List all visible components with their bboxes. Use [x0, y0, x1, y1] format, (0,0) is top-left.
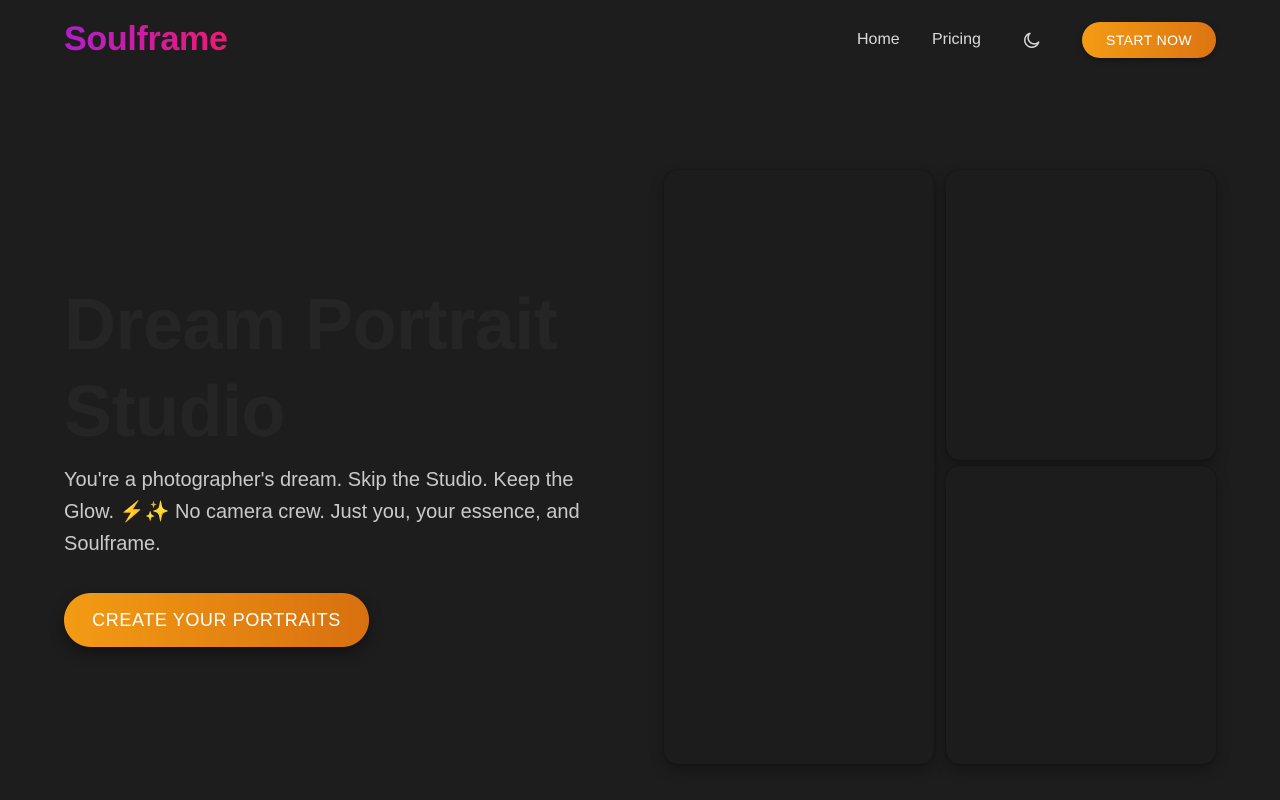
page: Soulframe Home Pricing START NOW Dream P… [0, 0, 1280, 800]
logo[interactable]: Soulframe [64, 19, 228, 59]
nav-pricing-link[interactable]: Pricing [932, 30, 981, 50]
hero-title: Dream Portrait Studio [64, 285, 558, 452]
start-now-button[interactable]: START NOW [1082, 22, 1216, 58]
theme-toggle-button[interactable] [1020, 28, 1044, 52]
portrait-card [946, 170, 1216, 460]
portrait-card [664, 170, 934, 764]
hero-description: You're a photographer's dream. Skip the … [64, 469, 580, 555]
create-portraits-button[interactable]: CREATE YOUR PORTRAITS [64, 593, 369, 647]
moon-icon [1024, 32, 1040, 48]
nav-home-link[interactable]: Home [857, 30, 900, 50]
site-header: Soulframe Home Pricing START NOW [0, 0, 1280, 80]
portrait-card [946, 466, 1216, 764]
